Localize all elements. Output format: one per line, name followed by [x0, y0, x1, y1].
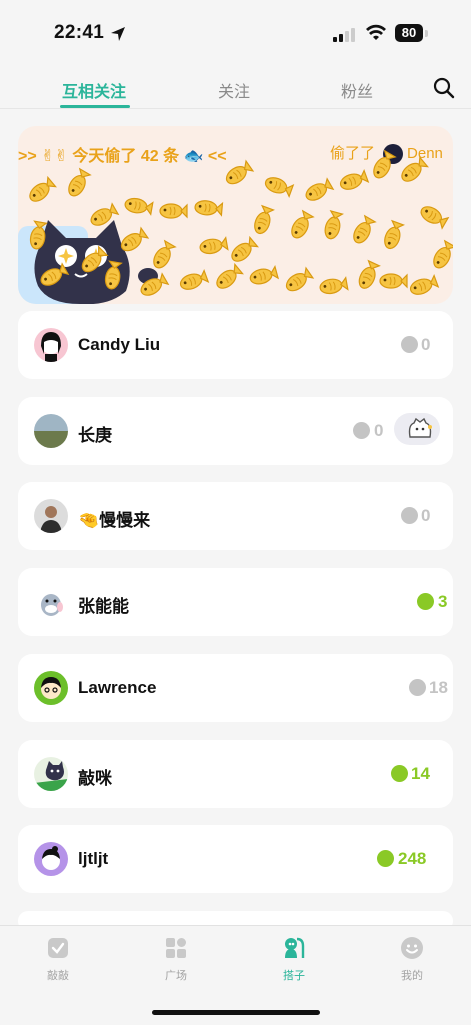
fish-icon	[409, 274, 440, 295]
check-circle-icon	[409, 679, 426, 696]
plaza-grid-icon	[166, 938, 186, 958]
friend-name: 🤏慢慢来	[78, 511, 151, 530]
fish-icon	[324, 209, 344, 240]
avatar	[34, 671, 68, 705]
check-circle-icon	[417, 593, 434, 610]
fish-icon	[199, 236, 229, 255]
status-time: 22:41	[54, 22, 105, 43]
friend-card[interactable]: 长庚 0	[18, 397, 453, 465]
nav-item-plaza[interactable]: 广场	[146, 936, 206, 983]
fish-icon	[194, 200, 224, 217]
fish-icon	[249, 265, 280, 285]
avatar	[34, 585, 68, 619]
fish-steal-banner[interactable]: >> ✌✌ 今天偷了 42 条 🐟 << 偷了了 Denn	[18, 126, 453, 304]
check-circle-icon	[377, 850, 394, 867]
search-icon[interactable]	[433, 77, 455, 99]
fish-icon	[254, 204, 275, 235]
ticker-right-prefix: 偷了了	[330, 145, 376, 162]
check-circle-icon	[401, 336, 418, 353]
avatar	[34, 328, 68, 362]
status-bar: 22:41 80	[0, 0, 471, 68]
nav-label: 我的	[401, 970, 423, 982]
cellular-signal-icon	[333, 28, 355, 42]
knock-icon	[48, 938, 68, 958]
friend-card[interactable]: Lawrence 18	[18, 654, 453, 722]
check-circle-icon	[353, 422, 370, 439]
profile-face-icon	[401, 937, 423, 959]
buddy-icon	[285, 937, 305, 958]
friend-name: Lawrence	[78, 678, 157, 697]
fish-icon	[420, 206, 450, 230]
nav-label: 搭子	[283, 970, 305, 982]
nav-label: 广场	[165, 970, 187, 982]
fish-icon	[264, 177, 295, 198]
fish-icon	[179, 269, 210, 290]
fish-icon	[319, 276, 349, 295]
top-tab-bar: 互相关注 关注 粉丝	[0, 68, 471, 109]
friend-card[interactable]: Candy Liu 0	[18, 311, 453, 379]
fish-icon	[305, 177, 335, 201]
fish-icon	[124, 197, 154, 216]
fish-icon	[291, 209, 315, 239]
avatar	[34, 499, 68, 533]
avatar	[34, 414, 68, 448]
check-circle-icon	[391, 765, 408, 782]
fish-icon	[159, 203, 188, 219]
fish-icon	[384, 219, 405, 250]
friend-count: 248	[398, 849, 427, 868]
tab-mutual-follow[interactable]: 互相关注	[62, 78, 126, 102]
tab-following[interactable]: 关注	[218, 78, 250, 102]
steal-count-ticker: >> ✌✌ 今天偷了 42 条 🐟 <<	[18, 148, 227, 165]
fish-icon	[285, 266, 315, 292]
friend-name: 张能能	[78, 597, 129, 616]
friend-count: 18	[429, 678, 448, 697]
cat-paw-icon	[408, 417, 432, 438]
location-arrow-icon	[111, 27, 125, 41]
nav-item-buddy[interactable]: 搭子	[264, 936, 324, 983]
friend-name: 敲咪	[78, 769, 112, 788]
friend-card[interactable]: ljtljt 248	[18, 825, 453, 893]
friend-card[interactable]: 张能能 3	[18, 568, 453, 636]
home-indicator	[152, 1010, 320, 1015]
friend-count: 3	[438, 592, 448, 611]
battery-indicator: 80	[395, 24, 423, 42]
avatar	[34, 842, 68, 876]
check-circle-icon	[401, 507, 418, 524]
friend-card[interactable]: 🤏慢慢来 0	[18, 482, 453, 550]
fish-icon	[379, 273, 408, 289]
fish-icon	[353, 214, 377, 244]
nav-item-knock[interactable]: 敲敲	[28, 936, 88, 983]
nav-item-mine[interactable]: 我的	[382, 936, 442, 983]
friend-count: 0	[421, 335, 431, 354]
friend-card[interactable]: 敲咪 14	[18, 740, 453, 808]
battery-tip	[425, 30, 428, 37]
nav-label: 敲敲	[47, 970, 69, 982]
wifi-icon	[366, 24, 386, 40]
avatar	[34, 757, 68, 791]
fish-icon	[68, 167, 92, 197]
friend-count: 0	[421, 506, 431, 525]
friend-name: ljtljt	[78, 849, 109, 868]
fish-icon	[433, 239, 453, 269]
friend-count: 0	[374, 421, 384, 440]
tab-followers[interactable]: 粉丝	[341, 78, 373, 102]
friend-count: 14	[411, 764, 430, 783]
friend-name: Candy Liu	[78, 335, 161, 354]
active-tab-indicator	[60, 105, 130, 108]
fish-icon	[339, 169, 370, 190]
cat-pet-button[interactable]	[394, 413, 440, 445]
fish-icon	[29, 175, 57, 202]
friend-name: 长庚	[78, 426, 112, 445]
